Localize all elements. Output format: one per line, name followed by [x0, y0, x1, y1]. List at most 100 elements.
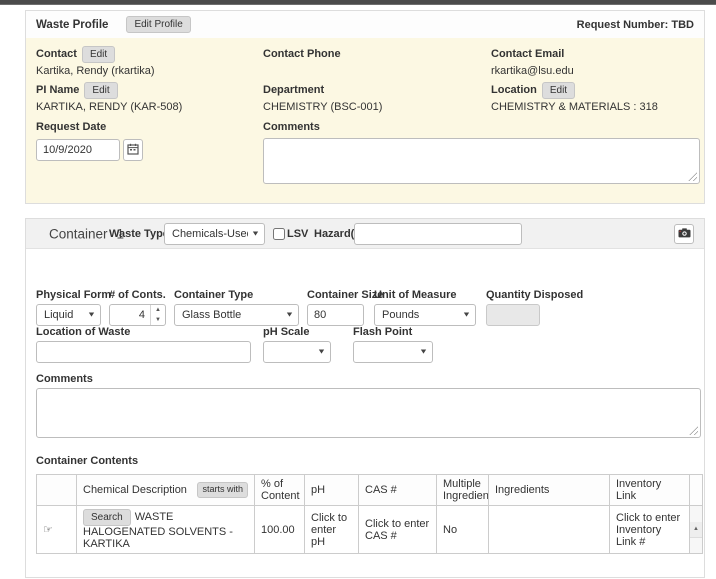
request-date-input[interactable] — [36, 139, 120, 161]
waste-type-select[interactable]: Chemicals-Used ▼ — [164, 223, 265, 245]
container-size-label: Container Size — [307, 289, 364, 301]
contact-value: Kartika, Rendy (rkartika) — [36, 65, 155, 77]
ingredients-cell[interactable] — [489, 506, 610, 554]
resize-grip-icon[interactable] — [688, 172, 697, 181]
chevron-down-icon: ▼ — [285, 312, 294, 319]
flash-point-select[interactable]: ▼ — [353, 341, 433, 363]
ph-cell[interactable]: Click to enter pH — [305, 506, 359, 554]
calendar-button[interactable] — [123, 139, 143, 161]
stepper-up-icon[interactable]: ▲ — [151, 305, 165, 315]
unit-of-measure-value: Pounds — [382, 309, 419, 321]
window-top-bar — [0, 0, 716, 5]
col-percent-of-content: % of Content — [255, 475, 305, 506]
ph-scale-select[interactable]: ▼ — [263, 341, 331, 363]
chevron-down-icon: ▼ — [251, 230, 260, 237]
container-size-input[interactable] — [307, 304, 364, 326]
location-label: Location — [491, 84, 537, 96]
pi-name-value: KARTIKA, RENDY (KAR-508) — [36, 101, 182, 113]
container-size-field: Container Size — [307, 289, 364, 326]
col-chemical-description: Chemical Description starts with — [77, 475, 255, 506]
multiple-ingredients-cell[interactable]: No — [437, 506, 489, 554]
table-scrollbar[interactable]: ▲ — [690, 506, 703, 554]
camera-button[interactable] — [674, 224, 694, 244]
chevron-down-icon: ▼ — [87, 312, 96, 319]
stepper-down-icon[interactable]: ▼ — [151, 315, 165, 325]
waste-profile-title: Waste Profile — [36, 19, 108, 31]
cas-cell[interactable]: Click to enter CAS # — [359, 506, 437, 554]
physical-form-select[interactable]: Liquid ▼ — [36, 304, 101, 326]
waste-type-value: Chemicals-Used — [172, 228, 248, 240]
waste-type-label: Waste Type — [109, 228, 169, 240]
quantity-disposed-label: Quantity Disposed — [486, 289, 540, 301]
quantity-disposed-field: Quantity Disposed — [486, 289, 540, 326]
inventory-link-cell[interactable]: Click to enter Inventory Link # — [610, 506, 690, 554]
chemical-description-cell: SearchWASTE HALOGENATED SOLVENTS - KARTI… — [77, 506, 255, 554]
container-body: Physical Form Liquid ▼ # of Conts. 4 ▲ ▼… — [26, 249, 704, 579]
container-comments-textarea[interactable] — [36, 388, 701, 438]
contact-field: Contact Edit Kartika, Rendy (rkartika) — [36, 46, 155, 77]
profile-comments-textarea[interactable] — [263, 138, 700, 184]
department-field: Department CHEMISTRY (BSC-001) — [263, 82, 382, 113]
search-button[interactable]: Search — [83, 509, 131, 526]
container-type-label: Container Type — [174, 289, 299, 301]
container-type-field: Container Type Glass Bottle ▼ — [174, 289, 299, 326]
contact-email-label: Contact Email — [491, 48, 564, 60]
col-multiple-ingredients: Multiple Ingredients — [437, 475, 489, 506]
ph-scale-label: pH Scale — [263, 326, 331, 338]
location-of-waste-label: Location of Waste — [36, 326, 251, 338]
scrollbar-up-icon[interactable]: ▲ — [690, 522, 702, 538]
chevron-down-icon: ▼ — [317, 349, 326, 356]
contact-phone-label: Contact Phone — [263, 48, 341, 60]
quantity-disposed-input — [486, 304, 540, 326]
percent-of-content-cell[interactable]: 100.00 — [255, 506, 305, 554]
col-select — [37, 475, 77, 506]
container-contents-table: Chemical Description starts with % of Co… — [36, 474, 703, 554]
pi-name-edit-button[interactable]: Edit — [84, 82, 117, 99]
chevron-down-icon: ▼ — [419, 349, 428, 356]
pi-name-label: PI Name — [36, 84, 79, 96]
waste-profile-body: Contact Edit Kartika, Rendy (rkartika) C… — [26, 38, 704, 203]
container-header: Container1 Waste Type Chemicals-Used ▼ L… — [26, 219, 704, 249]
department-label: Department — [263, 84, 324, 96]
pi-name-field: PI Name Edit KARTIKA, RENDY (KAR-508) — [36, 82, 182, 113]
location-edit-button[interactable]: Edit — [542, 82, 575, 99]
num-conts-field: # of Conts. 4 ▲ ▼ — [109, 289, 166, 326]
contact-email-value: rkartika@lsu.edu — [491, 65, 574, 77]
location-of-waste-input[interactable] — [36, 341, 251, 363]
hazards-input[interactable] — [354, 223, 522, 245]
container-contents-title: Container Contents — [36, 455, 138, 467]
department-value: CHEMISTRY (BSC-001) — [263, 101, 382, 113]
unit-of-measure-field: Unit of Measure Pounds ▼ — [374, 289, 476, 326]
container-type-select[interactable]: Glass Bottle ▼ — [174, 304, 299, 326]
container-comments-label: Comments — [36, 373, 93, 385]
camera-icon — [678, 226, 691, 241]
unit-of-measure-select[interactable]: Pounds ▼ — [374, 304, 476, 326]
ph-scale-field: pH Scale ▼ — [263, 326, 331, 363]
request-number: Request Number: TBD — [577, 19, 694, 31]
physical-form-label: Physical Form — [36, 289, 101, 301]
num-conts-stepper[interactable]: 4 ▲ ▼ — [109, 304, 166, 326]
col-inventory-link: Inventory Link — [610, 475, 690, 506]
lsv-checkbox[interactable] — [273, 228, 285, 240]
scrollbar-header-cell — [690, 475, 703, 506]
resize-grip-icon[interactable] — [689, 426, 698, 435]
select-row-cell[interactable]: ☞ — [37, 506, 77, 554]
contact-label: Contact — [36, 48, 77, 60]
table-header-row: Chemical Description starts with % of Co… — [37, 475, 703, 506]
num-conts-label: # of Conts. — [109, 289, 166, 301]
col-cas: CAS # — [359, 475, 437, 506]
profile-comments-label: Comments — [263, 121, 320, 133]
contact-email-field: Contact Email rkartika@lsu.edu — [491, 46, 574, 77]
container-panel: Container1 Waste Type Chemicals-Used ▼ L… — [25, 218, 705, 578]
location-of-waste-field: Location of Waste — [36, 326, 251, 363]
physical-form-field: Physical Form Liquid ▼ — [36, 289, 101, 326]
contact-edit-button[interactable]: Edit — [82, 46, 115, 63]
table-row: ☞ SearchWASTE HALOGENATED SOLVENTS - KAR… — [37, 506, 703, 554]
starts-with-button[interactable]: starts with — [197, 482, 248, 498]
edit-profile-button[interactable]: Edit Profile — [126, 16, 190, 33]
location-field: Location Edit CHEMISTRY & MATERIALS : 31… — [491, 82, 658, 113]
stepper-arrows: ▲ ▼ — [150, 305, 165, 325]
request-date-label: Request Date — [36, 121, 106, 133]
location-value: CHEMISTRY & MATERIALS : 318 — [491, 101, 658, 113]
num-conts-value: 4 — [110, 305, 150, 325]
